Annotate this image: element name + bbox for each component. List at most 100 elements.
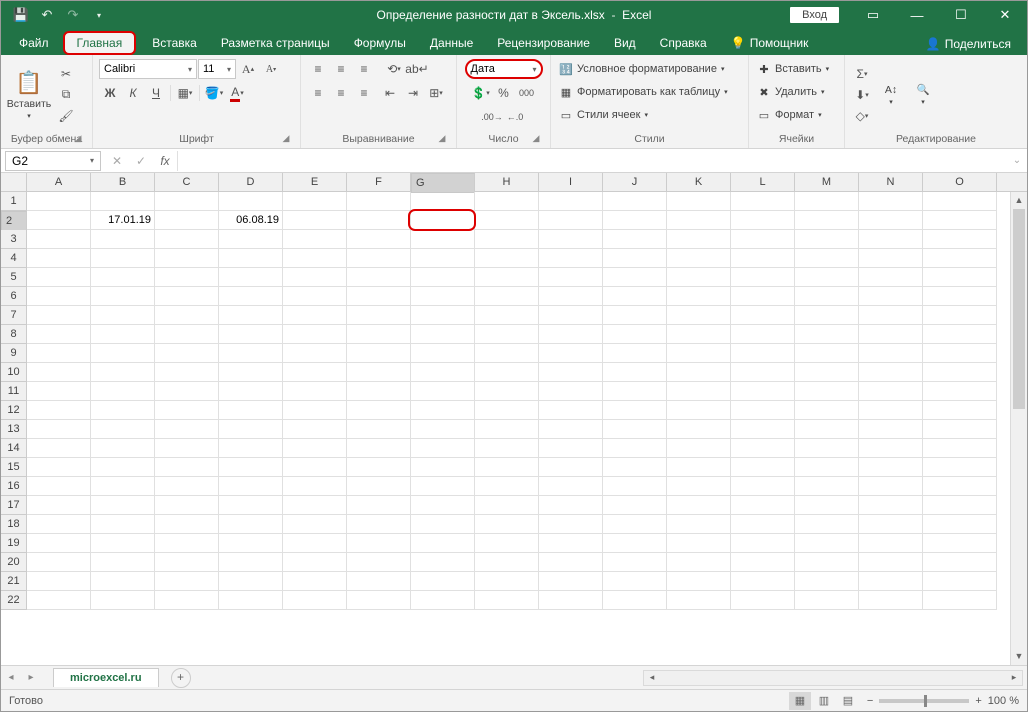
dialog-launcher-icon[interactable]: ◢ (72, 132, 84, 144)
column-header[interactable]: J (603, 173, 667, 191)
cell[interactable] (155, 401, 219, 420)
comma-format-icon[interactable]: 000 (516, 83, 538, 103)
cell[interactable] (539, 401, 603, 420)
column-header[interactable]: G (411, 173, 475, 193)
cell[interactable] (603, 363, 667, 382)
cell[interactable] (27, 287, 91, 306)
cell[interactable] (667, 458, 731, 477)
cell[interactable] (731, 192, 795, 211)
save-icon[interactable]: 💾 (9, 4, 33, 26)
cell[interactable] (603, 287, 667, 306)
cell[interactable] (859, 325, 923, 344)
number-format-select[interactable]: Дата▾ (465, 59, 543, 79)
cell[interactable] (91, 382, 155, 401)
cell[interactable] (411, 344, 475, 363)
zoom-in-icon[interactable]: + (975, 695, 981, 707)
cell[interactable] (475, 230, 539, 249)
column-header[interactable]: N (859, 173, 923, 191)
cell[interactable] (219, 382, 283, 401)
cell[interactable] (155, 572, 219, 591)
cell[interactable] (27, 515, 91, 534)
cell[interactable] (667, 344, 731, 363)
cell[interactable] (155, 211, 219, 230)
cell[interactable] (731, 363, 795, 382)
cell[interactable] (795, 591, 859, 610)
cell[interactable] (731, 287, 795, 306)
cell[interactable] (475, 515, 539, 534)
cell[interactable] (219, 420, 283, 439)
cell[interactable] (155, 477, 219, 496)
minimize-icon[interactable]: — (895, 1, 939, 29)
cell[interactable] (667, 249, 731, 268)
row-header[interactable]: 22 (1, 591, 27, 610)
conditional-formatting-button[interactable]: 🔢Условное форматирование▾ (557, 59, 726, 79)
cell[interactable] (411, 572, 475, 591)
row-header[interactable]: 1 (1, 192, 27, 211)
cell[interactable] (283, 211, 347, 230)
grid-body[interactable]: 1217.01.1906.08.193456789101112131415161… (1, 192, 1027, 610)
cell[interactable] (795, 249, 859, 268)
formula-input[interactable] (177, 151, 1007, 171)
cell[interactable] (283, 515, 347, 534)
cell[interactable] (219, 515, 283, 534)
cell[interactable] (859, 553, 923, 572)
close-icon[interactable]: ✕ (983, 1, 1027, 29)
cell[interactable] (347, 420, 411, 439)
cell[interactable] (859, 458, 923, 477)
cell[interactable] (219, 230, 283, 249)
column-header[interactable]: C (155, 173, 219, 191)
clear-icon[interactable]: ◇▾ (851, 106, 873, 126)
cell[interactable] (603, 553, 667, 572)
row-header[interactable]: 2 (1, 211, 27, 231)
cell[interactable] (411, 268, 475, 287)
cell[interactable] (731, 325, 795, 344)
cell[interactable] (155, 306, 219, 325)
row-header[interactable]: 13 (1, 420, 27, 439)
cell[interactable] (603, 591, 667, 610)
cell[interactable] (731, 344, 795, 363)
row-header[interactable]: 12 (1, 401, 27, 420)
qat-customize-icon[interactable]: ▾ (87, 4, 111, 26)
cell[interactable] (219, 306, 283, 325)
font-name-select[interactable]: Calibri▾ (99, 59, 197, 79)
cell[interactable] (795, 344, 859, 363)
cell[interactable] (795, 496, 859, 515)
row-header[interactable]: 17 (1, 496, 27, 515)
cell[interactable] (283, 268, 347, 287)
cell[interactable] (923, 192, 997, 211)
cell[interactable] (795, 287, 859, 306)
cell[interactable] (219, 496, 283, 515)
format-as-table-button[interactable]: ▦Форматировать как таблицу▾ (557, 82, 730, 102)
cell[interactable] (475, 306, 539, 325)
cell[interactable] (155, 230, 219, 249)
maximize-icon[interactable]: ☐ (939, 1, 983, 29)
cell[interactable] (603, 572, 667, 591)
cell[interactable] (155, 553, 219, 572)
cell[interactable] (347, 230, 411, 249)
cell[interactable] (155, 439, 219, 458)
cell[interactable] (603, 439, 667, 458)
cell[interactable] (475, 496, 539, 515)
cell[interactable] (91, 192, 155, 211)
cell[interactable] (859, 287, 923, 306)
cell[interactable] (283, 363, 347, 382)
align-center-icon[interactable]: ≡ (330, 83, 352, 103)
accounting-format-icon[interactable]: 💲▾ (470, 83, 492, 103)
cell[interactable] (603, 420, 667, 439)
cell[interactable] (475, 325, 539, 344)
cell[interactable] (667, 477, 731, 496)
cell[interactable] (859, 363, 923, 382)
cell[interactable] (411, 211, 475, 230)
cell[interactable] (475, 572, 539, 591)
sign-in-button[interactable]: Вход (790, 7, 839, 23)
cell[interactable] (411, 363, 475, 382)
cell[interactable] (859, 420, 923, 439)
dialog-launcher-icon[interactable]: ◢ (280, 132, 292, 144)
cell[interactable] (283, 591, 347, 610)
paste-button[interactable]: 📋 Вставить ▾ (7, 63, 51, 127)
vertical-scrollbar[interactable]: ▲ ▼ (1010, 192, 1027, 665)
cell[interactable] (731, 496, 795, 515)
cell[interactable] (539, 515, 603, 534)
cell[interactable] (155, 382, 219, 401)
cell[interactable] (27, 344, 91, 363)
